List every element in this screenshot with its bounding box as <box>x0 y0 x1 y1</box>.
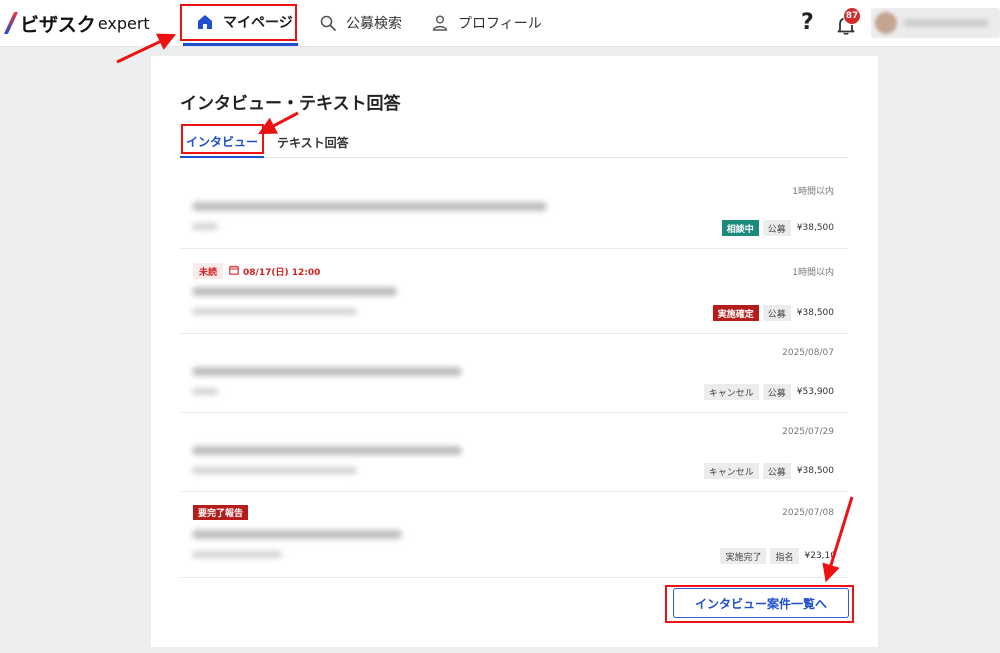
type-badge: 公募 <box>762 463 791 479</box>
item-time: 2025/08/07 <box>782 348 834 358</box>
tab-interview[interactable]: インタビュー <box>180 126 264 158</box>
item-time: 1時間以内 <box>792 268 834 278</box>
item-title-redacted <box>192 530 402 539</box>
item-title-redacted <box>192 202 547 211</box>
notification-badge: 87 <box>843 7 861 25</box>
logo-main-text: ビザスク <box>20 13 96 36</box>
type-badge: 公募 <box>762 305 791 321</box>
status-badge: 相談中 <box>721 220 759 236</box>
unread-badge: 未読 <box>193 263 224 279</box>
interview-list-button[interactable]: インタビュー案件一覧へ <box>673 588 849 618</box>
top-header: ビザスク expert マイページ 公募検索 プロフィール ? 87 <box>0 0 1000 47</box>
logo-sub-text: expert <box>97 13 150 33</box>
home-icon <box>195 12 215 32</box>
tab-bar: インタビュー テキスト回答 <box>180 126 848 158</box>
tab-text-answer[interactable]: テキスト回答 <box>277 126 349 158</box>
help-icon[interactable]: ? <box>801 10 814 35</box>
user-name-redacted <box>903 19 989 27</box>
nav-profile[interactable]: プロフィール <box>430 0 542 46</box>
nav-mypage[interactable]: マイページ <box>183 0 298 46</box>
calendar-icon <box>229 265 239 278</box>
type-badge: 公募 <box>762 220 791 236</box>
item-sub-redacted <box>192 308 357 315</box>
list-item[interactable]: 未読 08/17(日) 12:00 1時間以内 実施確定 公募 ¥38,500 <box>180 249 848 334</box>
nav-search[interactable]: 公募検索 <box>318 0 402 46</box>
item-time: 2025/07/08 <box>782 508 834 518</box>
item-time: 2025/07/29 <box>782 427 834 437</box>
nav-profile-label: プロフィール <box>458 16 542 32</box>
type-badge: 指名 <box>770 548 799 564</box>
status-badge: 実施完了 <box>720 548 767 564</box>
price: ¥38,500 <box>796 223 834 233</box>
status-badge: キャンセル <box>703 384 759 400</box>
list-item[interactable]: 2025/08/07 キャンセル 公募 ¥53,900 <box>180 334 848 413</box>
page-title: インタビュー・テキスト回答 <box>180 94 401 114</box>
interview-list: 1時間以内 相談中 公募 ¥38,500 未読 08/17(日) 12:00 1… <box>180 170 848 578</box>
logo-mark-icon <box>3 12 19 34</box>
person-icon <box>430 13 450 33</box>
interview-card: インタビュー・テキスト回答 インタビュー テキスト回答 1時間以内 相談中 公募… <box>151 56 878 647</box>
item-sub-redacted <box>192 388 218 395</box>
completion-report-badge: 要完了報告 <box>193 505 249 520</box>
price: ¥53,900 <box>796 387 834 397</box>
type-badge: 公募 <box>762 384 791 400</box>
list-item[interactable]: 2025/07/29 キャンセル 公募 ¥38,500 <box>180 413 848 492</box>
nav-mypage-label: マイページ <box>223 14 293 31</box>
list-item[interactable]: 1時間以内 相談中 公募 ¥38,500 <box>180 170 848 249</box>
status-badge: 実施確定 <box>712 305 759 321</box>
price: ¥23,10 <box>804 551 837 561</box>
price: ¥38,500 <box>796 466 834 476</box>
logo[interactable]: ビザスク expert <box>3 10 150 36</box>
schedule-date: 08/17(日) 12:00 <box>243 267 321 278</box>
status-badge: キャンセル <box>703 463 759 479</box>
item-time: 1時間以内 <box>792 187 834 197</box>
search-icon <box>318 13 338 33</box>
item-title-redacted <box>192 446 462 455</box>
avatar <box>875 12 897 34</box>
item-sub-redacted <box>192 467 357 474</box>
item-title-redacted <box>192 287 397 296</box>
price: ¥38,500 <box>796 308 834 318</box>
item-sub-redacted <box>192 551 282 558</box>
item-title-redacted <box>192 367 462 376</box>
user-menu[interactable] <box>871 8 1000 38</box>
list-item[interactable]: 要完了報告 2025/07/08 実施完了 指名 ¥23,10 <box>180 492 848 578</box>
nav-search-label: 公募検索 <box>346 16 402 32</box>
item-sub-redacted <box>192 223 218 230</box>
